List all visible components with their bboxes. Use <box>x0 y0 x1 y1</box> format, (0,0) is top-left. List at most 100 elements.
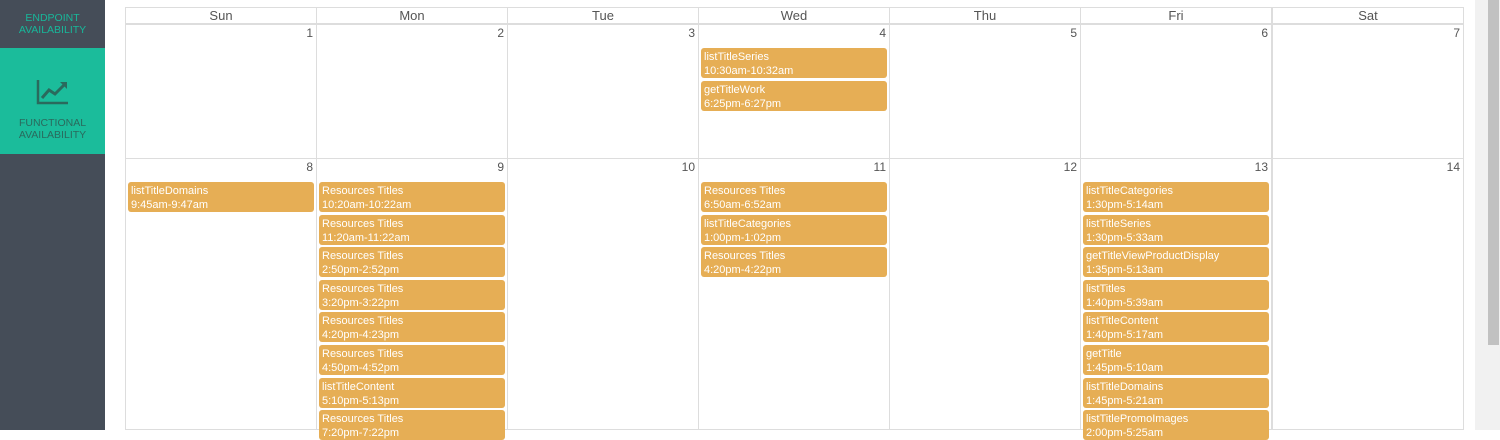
calendar-event[interactable]: Resources Titles 11:20am-11:22am <box>319 215 505 245</box>
day-number[interactable]: 13 <box>1255 160 1268 174</box>
calendar-event[interactable]: listTitleDomains 1:45pm-5:21am <box>1083 378 1269 408</box>
day-header-sun: Sun <box>125 7 317 24</box>
day-cell[interactable]: 4 listTitleSeries 10:30am-10:32am getTitleW… <box>698 24 890 159</box>
day-cell[interactable]: 2 <box>316 24 508 159</box>
calendar-event[interactable]: listTitleContent 5:10pm-5:13pm <box>319 378 505 408</box>
event-time: 5:10pm-5:13pm <box>322 395 400 407</box>
calendar-event[interactable]: listTitleCategories 1:00pm-1:02pm <box>701 215 887 245</box>
sidebar-item-functional-availability[interactable]: FUNCTIONAL AVAILABILITY <box>0 48 105 154</box>
day-number[interactable]: 5 <box>1070 26 1077 40</box>
event-time: 2:50pm-2:52pm <box>322 264 400 276</box>
sidebar-item-endpoint-availability[interactable]: ENDPOINT AVAILABILITY <box>0 0 105 48</box>
calendar-event[interactable]: listTitleContent 1:40pm-5:17am <box>1083 312 1269 342</box>
sidebar-item-label: FUNCTIONAL AVAILABILITY <box>18 117 87 141</box>
day-cell[interactable]: 1 <box>125 24 317 159</box>
event-title: Resources Titles <box>322 185 404 197</box>
event-title: Resources Titles <box>704 185 786 197</box>
day-number[interactable]: 8 <box>306 160 313 174</box>
calendar-event[interactable]: listTitleSeries 1:30pm-5:33am <box>1083 215 1269 245</box>
event-time: 4:20pm-4:23pm <box>322 329 400 341</box>
event-time: 10:30am-10:32am <box>704 65 794 77</box>
event-title: Resources Titles <box>322 348 404 360</box>
event-title: listTitlePromoImages <box>1086 413 1189 425</box>
event-time: 9:45am-9:47am <box>131 199 209 211</box>
day-number[interactable]: 3 <box>688 26 695 40</box>
calendar-event[interactable]: Resources Titles 7:20pm-7:22pm <box>319 410 505 440</box>
day-cell[interactable]: 10 <box>507 158 699 430</box>
day-number[interactable]: 6 <box>1261 26 1268 40</box>
day-cell[interactable]: 13 listTitleCategories 1:30pm-5:14am listTi… <box>1080 158 1272 440</box>
event-title: getTitleWork <box>704 84 766 96</box>
day-number[interactable]: 14 <box>1447 160 1460 174</box>
day-number[interactable]: 4 <box>879 26 886 40</box>
calendar-event[interactable]: listTitles 1:40pm-5:39am <box>1083 280 1269 310</box>
event-title: listTitleContent <box>322 381 395 393</box>
event-time: 1:45pm-5:10am <box>1086 362 1164 374</box>
day-number[interactable]: 2 <box>497 26 504 40</box>
event-time: 1:40pm-5:17am <box>1086 329 1164 341</box>
event-time: 1:00pm-1:02pm <box>704 232 782 244</box>
event-title: getTitle <box>1086 348 1122 360</box>
day-number[interactable]: 12 <box>1064 160 1077 174</box>
event-time: 1:45pm-5:21am <box>1086 395 1164 407</box>
day-header-mon: Mon <box>316 7 508 24</box>
event-time: 10:20am-10:22am <box>322 199 412 211</box>
event-title: Resources Titles <box>704 250 786 262</box>
event-title: listTitleDomains <box>131 185 209 197</box>
scrollbar-thumb[interactable] <box>1488 0 1499 345</box>
day-cell[interactable]: 8 listTitleDomains 9:45am-9:47am <box>125 158 317 430</box>
day-number[interactable]: 11 <box>874 160 886 174</box>
event-time: 6:50am-6:52am <box>704 199 782 211</box>
vertical-scrollbar[interactable] <box>1475 0 1500 430</box>
calendar-event[interactable]: getTitle 1:45pm-5:10am <box>1083 345 1269 375</box>
calendar-event[interactable]: Resources Titles 2:50pm-2:52pm <box>319 247 505 277</box>
event-time: 7:20pm-7:22pm <box>322 427 400 439</box>
event-title: listTitleSeries <box>704 51 769 63</box>
event-time: 1:35pm-5:13am <box>1086 264 1164 276</box>
day-cell[interactable]: 11 Resources Titles 6:50am-6:52am listTitle… <box>698 158 890 430</box>
calendar-event[interactable]: Resources Titles 3:20pm-3:22pm <box>319 280 505 310</box>
event-title: listTitleSeries <box>1086 218 1151 230</box>
day-cell[interactable]: 7 <box>1272 24 1464 159</box>
day-cell[interactable]: 14 <box>1272 158 1464 430</box>
event-title: Resources Titles <box>322 283 404 295</box>
day-header-fri: Fri <box>1080 7 1272 24</box>
calendar-main: Sun Mon Tue Wed Thu Fri Sat 1 2 3 4 listTitleSerie… <box>105 0 1475 440</box>
calendar-event[interactable]: getTitleWork 6:25pm-6:27pm <box>701 81 887 111</box>
day-number[interactable]: 9 <box>497 160 504 174</box>
calendar-event[interactable]: Resources Titles 4:50pm-4:52pm <box>319 345 505 375</box>
event-time: 6:25pm-6:27pm <box>704 98 782 110</box>
day-number[interactable]: 10 <box>682 160 695 174</box>
day-header-tue: Tue <box>507 7 699 24</box>
event-time: 2:00pm-5:25am <box>1086 427 1164 439</box>
event-title: listTitleDomains <box>1086 381 1164 393</box>
calendar-event[interactable]: Resources Titles 4:20pm-4:22pm <box>701 247 887 277</box>
event-time: 3:20pm-3:22pm <box>322 297 400 309</box>
event-title: getTitleViewProductDisplay <box>1086 250 1220 262</box>
event-title: listTitleCategories <box>704 218 792 230</box>
day-cell[interactable]: 5 <box>889 24 1081 159</box>
calendar-event[interactable]: listTitleCategories 1:30pm-5:14am <box>1083 182 1269 212</box>
calendar-event[interactable]: getTitleViewProductDisplay 1:35pm-5:13am <box>1083 247 1269 277</box>
event-title: listTitleCategories <box>1086 185 1174 197</box>
calendar-event[interactable]: Resources Titles 6:50am-6:52am <box>701 182 887 212</box>
event-title: listTitleContent <box>1086 315 1159 327</box>
calendar-event[interactable]: Resources Titles 4:20pm-4:23pm <box>319 312 505 342</box>
event-title: listTitles <box>1086 283 1126 295</box>
day-cell[interactable]: 6 <box>1080 24 1272 159</box>
calendar-event[interactable]: Resources Titles 10:20am-10:22am <box>319 182 505 212</box>
event-time: 11:20am-11:22am <box>322 232 410 244</box>
day-cell[interactable]: 3 <box>507 24 699 159</box>
line-chart-icon <box>36 80 68 105</box>
calendar-event[interactable]: listTitleSeries 10:30am-10:32am <box>701 48 887 78</box>
day-header-wed: Wed <box>698 7 890 24</box>
day-number[interactable]: 7 <box>1453 26 1460 40</box>
day-cell[interactable]: 12 <box>889 158 1081 430</box>
calendar-event[interactable]: listTitleDomains 9:45am-9:47am <box>128 182 314 212</box>
event-time: 1:30pm-5:33am <box>1086 232 1164 244</box>
day-number[interactable]: 1 <box>306 26 313 40</box>
sidebar-item-label: ENDPOINT AVAILABILITY <box>18 12 87 36</box>
event-title: Resources Titles <box>322 413 404 425</box>
calendar-event[interactable]: listTitlePromoImages 2:00pm-5:25am <box>1083 410 1269 440</box>
day-cell[interactable]: 9 Resources Titles 10:20am-10:22am Resource… <box>316 158 508 440</box>
